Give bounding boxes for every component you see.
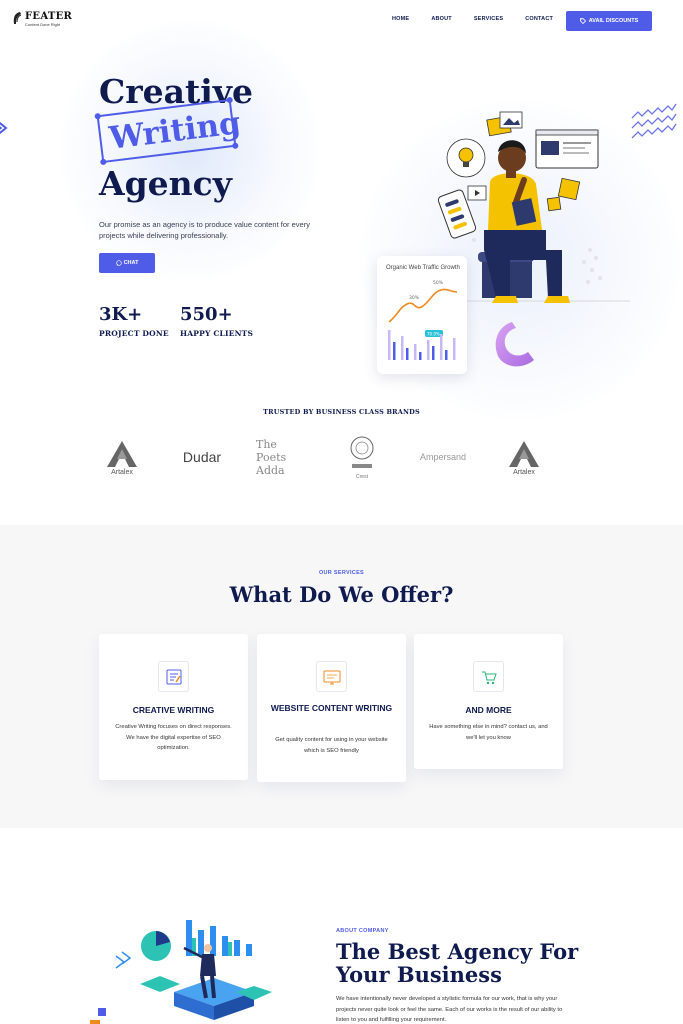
hero-description: Our promise as an agency is to produce v… (99, 220, 310, 240)
brand-logo-poets-adda: The Poets Adda (256, 432, 308, 482)
brand-logo-artalex-2: Artalex (502, 432, 546, 482)
service-card-text: Have something else in mind? contact us,… (429, 724, 548, 741)
logo[interactable]: FEATER Content Done Right (12, 11, 72, 27)
brand-name: Artalex (513, 468, 535, 476)
crest-logo-icon (350, 436, 374, 468)
hero-title-line3: Agency (99, 164, 232, 203)
stat-value: 3K+ (99, 304, 143, 325)
nav-contact[interactable]: CONTACT (525, 16, 553, 22)
chart-badge-30: 30% (409, 295, 420, 301)
traffic-chart-card: Organic Web Traffic Growth 30% 50% 70.9% (377, 256, 467, 374)
nav-services[interactable]: SERVICES (474, 16, 503, 22)
logo-tagline: Content Done Right (25, 22, 61, 27)
nav-about[interactable]: ABOUT (431, 16, 452, 22)
traffic-chart: 30% 50% 70.9% (388, 280, 458, 360)
service-card-and-more[interactable]: AND MORE Have something else in mind? co… (414, 634, 563, 769)
stat-value: 550+ (180, 304, 233, 325)
avail-discounts-label: AVAIL DISCOUNTS (588, 18, 639, 24)
about-label: ABOUT COMPANY (336, 928, 389, 934)
main-nav: HOME ABOUT SERVICES CONTACT (392, 16, 575, 22)
brand-logo-crest: Crest (338, 432, 386, 482)
service-card-website-content[interactable]: WEBSITE CONTENT WRITING Get quality cont… (257, 634, 406, 782)
brand-name: The Poets Adda (256, 437, 287, 477)
writing-icon (158, 661, 189, 692)
growth-illustration (90, 920, 272, 1024)
chat-button[interactable]: CHAT (99, 253, 155, 273)
service-card-text: Get quality content for using in your we… (275, 737, 388, 754)
chevron-right-icon (0, 121, 8, 135)
about-text: We have intentionally never developed a … (336, 996, 563, 1023)
handle-dot (94, 112, 102, 120)
nav-home[interactable]: HOME (392, 16, 409, 22)
chart-badge-50: 50% (433, 280, 444, 286)
stat-clients: 550+ HAPPY CLIENTS (180, 304, 253, 338)
artalex-logo-icon (509, 440, 539, 467)
brand-logo-ampersand: Ampersand (416, 432, 470, 482)
tag-icon (579, 18, 586, 24)
crescent-3d-shape (495, 322, 534, 367)
artalex-logo-icon (107, 440, 137, 467)
service-card-title: CREATIVE WRITING (132, 705, 215, 715)
stat-label: HAPPY CLIENTS (180, 329, 254, 338)
whatsapp-icon (115, 260, 122, 266)
cart-icon (473, 661, 504, 692)
brand-logo-dudar: Dudar (176, 432, 228, 482)
services-heading: What Do We Offer? (229, 582, 454, 607)
logo-title: FEATER (25, 11, 73, 22)
avail-discounts-button[interactable]: AVAIL DISCOUNTS (566, 11, 652, 31)
brand-logo-artalex: Artalex (100, 432, 144, 482)
service-card-title: WEBSITE CONTENT WRITING (270, 703, 393, 713)
stat-label: PROJECT DONE (99, 329, 169, 338)
chart-tag: 70.9% (427, 332, 440, 337)
brand-name: Ampersand (419, 452, 467, 462)
about-heading: The Best Agency For Your Business (336, 939, 579, 987)
brand-name: Dudar (182, 449, 222, 465)
service-card-text: Creative Writing focuses on direct respo… (115, 724, 232, 751)
services-label: OUR SERVICES (318, 570, 365, 576)
service-card-title: AND MORE (465, 705, 512, 715)
brand-name: Crest (356, 474, 368, 480)
chat-label: CHAT (123, 260, 139, 266)
trusted-heading: TRUSTED BY BUSINESS CLASS BRANDS (263, 408, 420, 416)
service-card-creative-writing[interactable]: CREATIVE WRITING Creative Writing focuse… (99, 634, 248, 780)
brand-name: Artalex (111, 468, 133, 476)
monitor-icon (316, 661, 347, 692)
stat-projects: 3K+ PROJECT DONE (99, 304, 169, 338)
logo-mark-icon (13, 12, 22, 24)
thinking-man-illustration (437, 111, 630, 303)
